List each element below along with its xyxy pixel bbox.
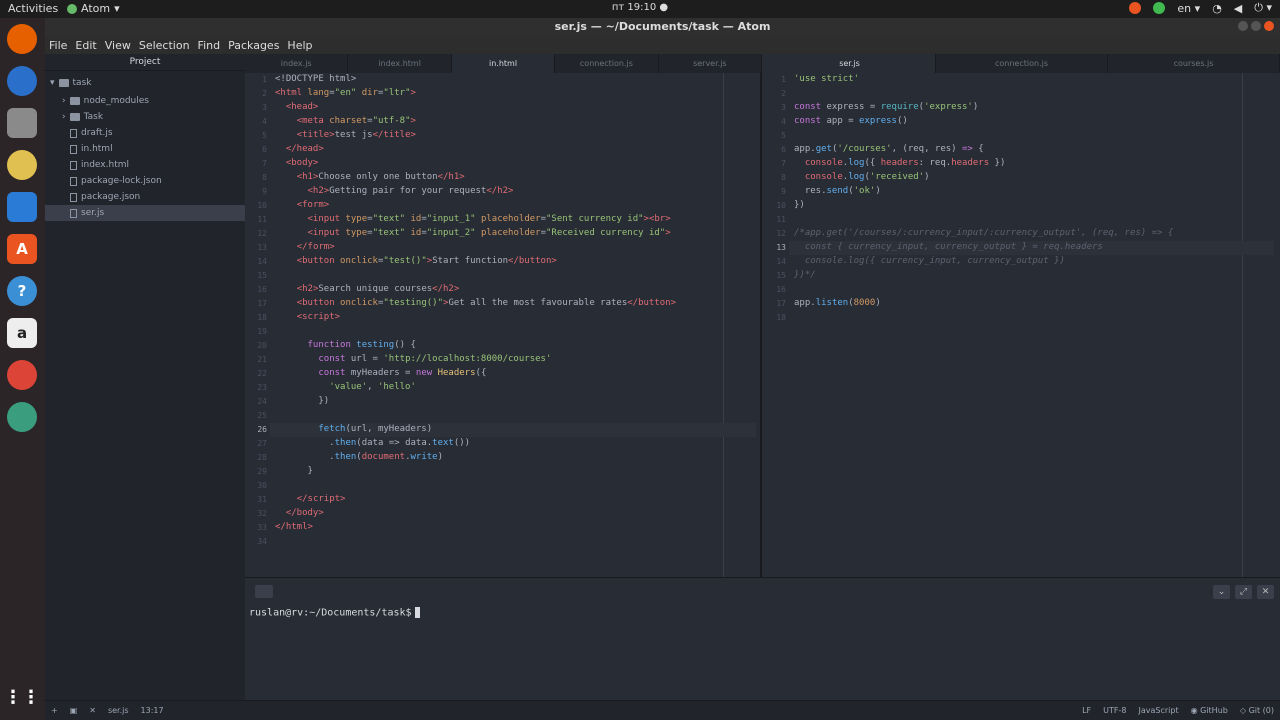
volume-icon[interactable]: ◀ — [1234, 2, 1242, 15]
rhythmbox-icon[interactable] — [7, 150, 37, 180]
git-button[interactable]: ◇ Git (0) — [1240, 706, 1274, 715]
terminal-icon[interactable]: ▣ — [70, 706, 78, 715]
wifi-icon[interactable]: ◔ — [1212, 2, 1222, 15]
clock[interactable]: пт 19:10 ● — [0, 2, 1280, 13]
editor-left[interactable]: 1 <!DOCTYPE html> 2 <html lang="en" dir="l… — [245, 73, 762, 577]
close-icon[interactable]: ✕ — [1257, 585, 1274, 599]
tree-file[interactable]: index.html — [70, 157, 129, 173]
menu-view[interactable]: View — [101, 36, 135, 54]
terminal-prompt[interactable]: ruslan@rv:~/Documents/task$ — [249, 607, 420, 619]
github-button[interactable]: ◉ GitHub — [1191, 706, 1228, 715]
tree-file[interactable]: in.html — [70, 141, 113, 157]
system-tray[interactable]: en ▾ ◔ ◀ ⏻ ▾ — [1129, 1, 1272, 15]
terminal-cursor — [414, 607, 420, 618]
chrome-icon[interactable] — [7, 360, 37, 390]
menu-edit[interactable]: Edit — [71, 36, 100, 54]
check-icon[interactable] — [1153, 2, 1166, 14]
menu-file[interactable]: File — [45, 36, 71, 54]
tab-active[interactable]: in.html — [451, 54, 556, 73]
close-icon[interactable]: ✕ — [89, 706, 96, 715]
editor-right[interactable]: 1'use strict' 2 3 const express = require… — [764, 73, 1280, 577]
tree-file[interactable]: package.json — [70, 189, 140, 205]
language-indicator[interactable]: en ▾ — [1177, 2, 1200, 15]
file-icon — [70, 128, 77, 138]
thunderbird-icon[interactable] — [7, 66, 37, 96]
wrap-guide — [723, 73, 724, 577]
menu-help[interactable]: Help — [283, 36, 316, 54]
tab-active[interactable]: ser.js — [764, 54, 936, 73]
tree-folder[interactable]: › node_modules — [62, 93, 149, 109]
tree-file-selected[interactable]: ser.js — [45, 205, 245, 221]
tab[interactable]: index.js — [245, 54, 349, 73]
project-tree: Project ▾ task › node_modules › Task dra… — [45, 54, 245, 700]
maximize-button[interactable] — [1251, 21, 1261, 31]
tab[interactable]: connection.js — [555, 54, 659, 73]
add-icon[interactable]: + — [51, 706, 58, 715]
power-icon[interactable]: ⏻ ▾ — [1254, 1, 1272, 15]
line-ending[interactable]: LF — [1082, 706, 1091, 715]
menu-packages[interactable]: Packages — [224, 36, 283, 54]
writer-icon[interactable] — [7, 192, 37, 222]
left-tab-bar: index.js index.html in.html connection.j… — [245, 54, 763, 73]
chevron-down-icon[interactable]: ⌄ — [1213, 585, 1230, 599]
wrap-guide — [1242, 73, 1243, 577]
file-icon — [70, 192, 77, 202]
folder-icon — [58, 79, 69, 87]
amazon-icon[interactable]: a — [7, 318, 37, 348]
encoding[interactable]: UTF-8 — [1103, 706, 1126, 715]
grammar[interactable]: JavaScript — [1138, 706, 1178, 715]
minimize-button[interactable] — [1238, 21, 1248, 31]
project-header: Project — [45, 54, 245, 71]
tree-file[interactable]: package-lock.json — [70, 173, 162, 189]
window-title-bar: ser.js — ~/Documents/task — Atom — [45, 18, 1280, 36]
close-button[interactable] — [1264, 21, 1274, 31]
keyboard-icon[interactable] — [255, 585, 273, 598]
terminal-panel[interactable]: ⌄ ⤢ ✕ ruslan@rv:~/Documents/task$ — [245, 577, 1280, 700]
menu-selection[interactable]: Selection — [135, 36, 194, 54]
file-icon — [70, 160, 77, 170]
tree-folder[interactable]: › Task — [62, 109, 103, 125]
software-icon[interactable]: A — [7, 234, 37, 264]
menu-find[interactable]: Find — [194, 36, 225, 54]
window-title: ser.js — ~/Documents/task — Atom — [554, 20, 771, 33]
tree-file[interactable]: draft.js — [70, 125, 113, 141]
show-apps-icon[interactable]: ⋮⋮ — [4, 682, 40, 712]
help-icon[interactable]: ? — [7, 276, 37, 306]
right-tab-bar: ser.js connection.js courses.js — [764, 54, 1280, 73]
folder-icon — [69, 97, 80, 105]
notification-icon[interactable] — [1129, 2, 1142, 14]
tab[interactable]: server.js — [659, 54, 763, 73]
maximize-icon[interactable]: ⤢ — [1235, 585, 1252, 599]
status-bar: + ▣ ✕ ser.js 13:17 LF UTF-8 JavaScript ◉… — [45, 700, 1280, 720]
file-icon — [70, 144, 77, 154]
atom-icon[interactable] — [7, 402, 37, 432]
tab[interactable]: courses.js — [1108, 54, 1280, 73]
file-icon — [70, 176, 77, 186]
firefox-icon[interactable] — [7, 24, 37, 54]
tree-root[interactable]: ▾ task — [50, 75, 91, 91]
file-icon — [70, 208, 77, 218]
dock: A ? a ⋮⋮ — [0, 18, 45, 720]
tab[interactable]: connection.js — [936, 54, 1108, 73]
cursor-position[interactable]: 13:17 — [141, 706, 164, 715]
top-bar: Activities Atom ▾ пт 19:10 ● en ▾ ◔ ◀ ⏻ … — [0, 0, 1280, 18]
status-file[interactable]: ser.js — [108, 706, 129, 715]
menu-bar: File Edit View Selection Find Packages H… — [45, 36, 1280, 54]
tab[interactable]: index.html — [348, 54, 452, 73]
files-icon[interactable] — [7, 108, 37, 138]
folder-icon — [69, 113, 80, 121]
